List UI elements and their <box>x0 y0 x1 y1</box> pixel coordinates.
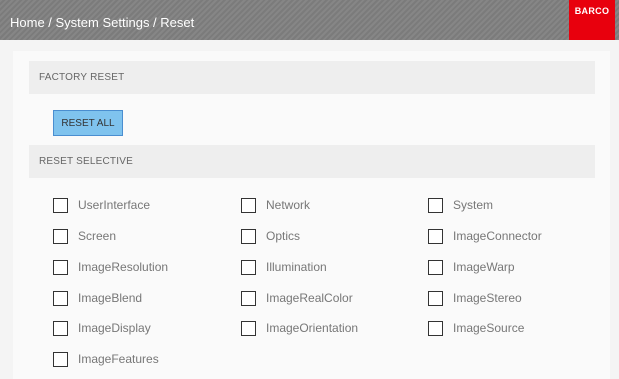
breadcrumb: Home / System Settings / Reset <box>10 15 195 30</box>
reset-selective-title: RESET SELECTIVE <box>39 156 133 167</box>
checkbox[interactable] <box>53 228 68 244</box>
option-imagesource[interactable]: ImageSource <box>428 319 524 337</box>
checkbox[interactable] <box>53 320 68 336</box>
checkbox[interactable] <box>241 197 256 213</box>
checkbox[interactable] <box>241 228 256 244</box>
option-imagefeatures[interactable]: ImageFeatures <box>53 350 159 368</box>
option-label: Network <box>266 198 311 212</box>
reset-selective-header: RESET SELECTIVE <box>29 145 595 178</box>
checkbox[interactable] <box>241 320 256 336</box>
option-label: ImageWarp <box>453 260 515 274</box>
option-imagestereo[interactable]: ImageStereo <box>428 289 522 307</box>
reset-panel: FACTORY RESET RESET ALL RESET SELECTIVE … <box>13 51 610 379</box>
reset-all-button[interactable]: RESET ALL <box>53 110 123 136</box>
checkbox[interactable] <box>53 259 68 275</box>
option-label: ImageFeatures <box>78 352 159 366</box>
option-imageblend[interactable]: ImageBlend <box>53 289 142 307</box>
option-optics[interactable]: Optics <box>241 227 300 245</box>
option-label: Screen <box>78 229 117 243</box>
checkbox[interactable] <box>53 351 68 367</box>
top-bar: Home / System Settings / Reset BARCO <box>0 0 619 40</box>
checkbox[interactable] <box>428 320 443 336</box>
option-label: ImageConnector <box>453 229 542 243</box>
factory-reset-title: FACTORY RESET <box>39 72 125 83</box>
checkbox[interactable] <box>428 259 443 275</box>
checkbox[interactable] <box>241 259 256 275</box>
option-imagedisplay[interactable]: ImageDisplay <box>53 319 151 337</box>
option-label: System <box>453 198 494 212</box>
option-network[interactable]: Network <box>241 196 310 214</box>
option-label: ImageBlend <box>78 291 143 305</box>
option-label: Illumination <box>266 260 327 274</box>
option-imagewarp[interactable]: ImageWarp <box>428 258 515 276</box>
checkbox[interactable] <box>241 290 256 306</box>
barco-logo: BARCO <box>569 0 615 40</box>
checkbox[interactable] <box>428 197 443 213</box>
option-screen[interactable]: Screen <box>53 227 116 245</box>
checkbox[interactable] <box>428 290 443 306</box>
option-label: ImageStereo <box>453 291 522 305</box>
option-label: UserInterface <box>78 198 151 212</box>
checkbox[interactable] <box>428 228 443 244</box>
option-userinterface[interactable]: UserInterface <box>53 196 150 214</box>
option-label: ImageOrientation <box>266 321 359 335</box>
option-imagerealcolor[interactable]: ImageRealColor <box>241 289 353 307</box>
checkbox[interactable] <box>53 197 68 213</box>
option-label: ImageDisplay <box>78 321 151 335</box>
option-label: ImageSource <box>453 321 525 335</box>
option-label: ImageRealColor <box>266 291 353 305</box>
checkbox[interactable] <box>53 290 68 306</box>
option-system[interactable]: System <box>428 196 493 214</box>
option-label: ImageResolution <box>78 260 169 274</box>
option-imageresolution[interactable]: ImageResolution <box>53 258 168 276</box>
option-illumination[interactable]: Illumination <box>241 258 327 276</box>
option-imageconnector[interactable]: ImageConnector <box>428 227 542 245</box>
factory-reset-header: FACTORY RESET <box>29 61 595 94</box>
option-imageorientation[interactable]: ImageOrientation <box>241 319 358 337</box>
option-label: Optics <box>266 229 301 243</box>
